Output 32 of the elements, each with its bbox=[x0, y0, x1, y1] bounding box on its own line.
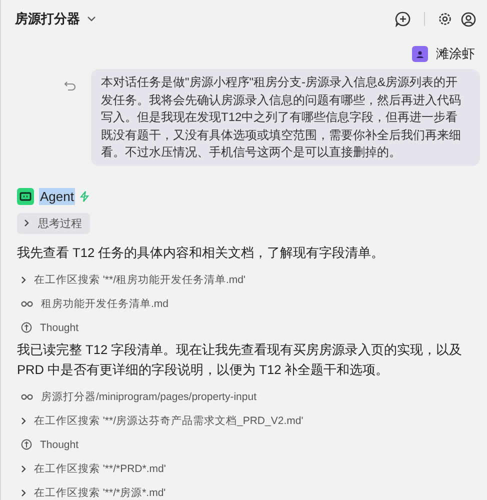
search-step[interactable]: 在工作区搜索 '**/*PRD*.md' bbox=[34, 462, 166, 476]
thought-icon bbox=[21, 439, 32, 450]
new-chat-icon[interactable] bbox=[395, 11, 411, 27]
thinking-toggle[interactable]: 思考过程 bbox=[17, 212, 90, 234]
agent-logo-icon bbox=[17, 188, 34, 204]
user-message: 本对话任务是做"房源小程序"租房分支-房源录入信息&房源列表的开发任务。我将会先确认房源录入信息的问题有哪些，然后再进入代码写入。但是我现在发现T12中之列了有哪些信息字段，但再进一步看既没有题干，又没有具体选项或填空范围，需要你补全后我们再来细看。不过水压情况、手机信号这两个是可以直接删掉的。 bbox=[91, 69, 480, 166]
agent-name: Agent bbox=[39, 188, 75, 204]
glasses-icon bbox=[21, 394, 33, 400]
settings-icon[interactable] bbox=[438, 12, 452, 26]
project-title[interactable]: 房源打分器 bbox=[15, 10, 80, 28]
search-step[interactable]: 在工作区搜索 '**/房源达芬奇产品需求文档_PRD_V2.md' bbox=[34, 414, 304, 428]
chevron-right-icon[interactable] bbox=[21, 276, 26, 284]
chevron-right-icon[interactable] bbox=[21, 464, 26, 472]
agent-message: 我先查看 T12 任务的具体内容和相关文档，了解现有字段清单。 bbox=[17, 244, 384, 262]
chevron-right-icon[interactable] bbox=[21, 488, 26, 496]
user-name: 滩涂虾 bbox=[436, 45, 475, 63]
lightning-icon bbox=[80, 190, 89, 202]
read-file-step[interactable]: 租房功能开发任务清单.md bbox=[41, 296, 169, 310]
thought-icon bbox=[21, 322, 32, 333]
agent-message: 我已读完整 T12 字段清单。现在让我先查看现有买房房源录入页的实现，以及 PRD 中是否有更详细的字段说明，以便为 T12 补全题干和选项。 bbox=[17, 340, 464, 378]
chevron-right-icon bbox=[24, 219, 29, 227]
undo-icon[interactable] bbox=[64, 81, 76, 91]
search-step[interactable]: 在工作区搜索 '**/*房源*.md' bbox=[34, 486, 166, 500]
chevron-down-icon[interactable] bbox=[87, 16, 96, 22]
read-file-step[interactable]: 房源打分器/miniprogram/pages/property-input bbox=[41, 390, 256, 404]
thought-step[interactable]: Thought bbox=[40, 438, 79, 450]
account-icon[interactable] bbox=[461, 12, 476, 26]
chevron-right-icon[interactable] bbox=[21, 416, 26, 424]
avatar-icon bbox=[412, 46, 428, 62]
thought-step[interactable]: Thought bbox=[40, 322, 79, 334]
glasses-icon bbox=[21, 300, 33, 306]
search-step[interactable]: 在工作区搜索 '**/租房功能开发任务清单.md' bbox=[34, 272, 246, 286]
